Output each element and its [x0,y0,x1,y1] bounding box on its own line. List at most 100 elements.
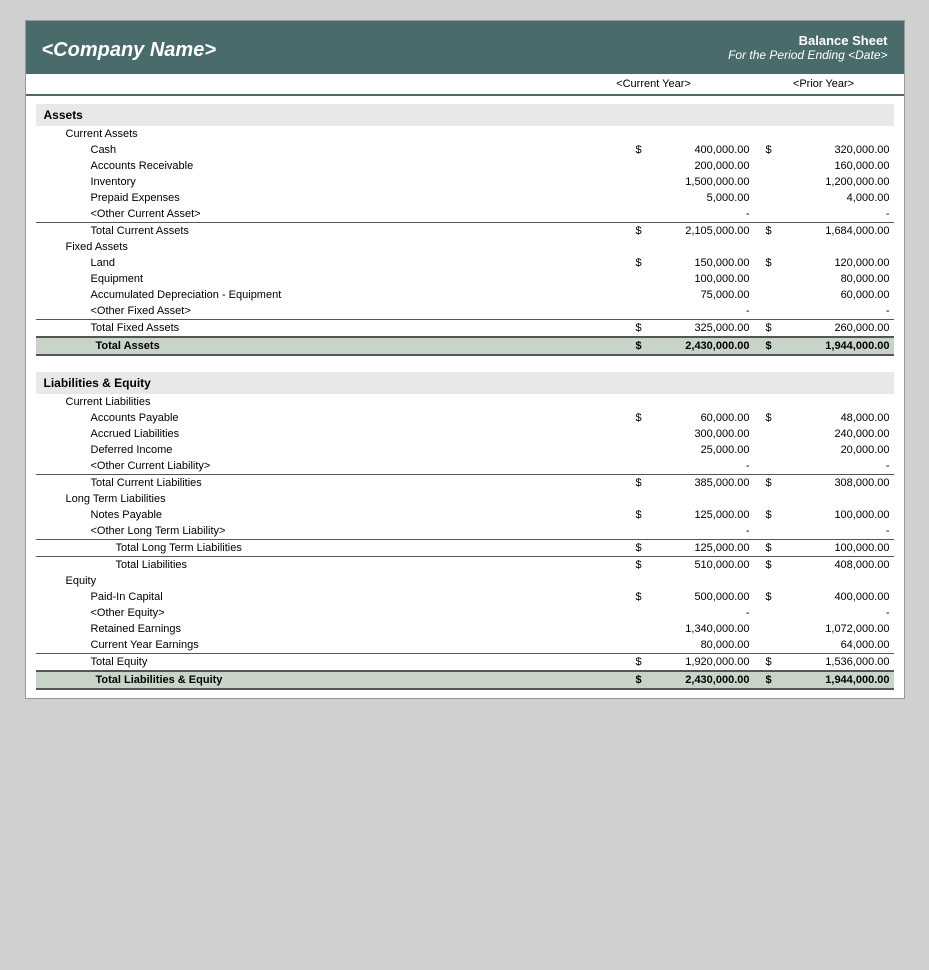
total-fixed-assets-prior: 260,000.00 [784,322,894,334]
cash-prior: 320,000.00 [784,144,894,156]
total-lt-liabilities-row: Total Long Term Liabilities $ 125,000.00… [36,539,894,556]
other-fixed-asset-row: <Other Fixed Asset> - - [36,303,894,319]
other-equity-current: - [648,607,758,619]
total-liabilities-equity-row: Total Liabilities & Equity $ 2,430,000.0… [36,670,894,690]
other-lt-liability-prior: - [784,525,894,537]
retained-earnings-label: Retained Earnings [91,623,594,635]
deferred-income-row: Deferred Income 25,000.00 20,000.00 [36,442,894,458]
report-subtitle: For the Period Ending <Date> [728,48,887,62]
paid-in-capital-prior: 400,000.00 [784,591,894,603]
total-lt-liabilities-prior: 100,000.00 [784,542,894,554]
paid-in-capital-current: 500,000.00 [648,591,758,603]
accrued-current: 300,000.00 [648,428,758,440]
total-fixed-assets-label: Total Fixed Assets [91,322,594,334]
ar-amounts: 200,000.00 160,000.00 [594,160,894,172]
other-lt-liability-row: <Other Long Term Liability> - - [36,523,894,539]
cash-current: 400,000.00 [648,144,758,156]
accum-dep-current: 75,000.00 [648,289,758,301]
paid-in-capital-row: Paid-In Capital $ 500,000.00 $ 400,000.0… [36,589,894,605]
current-year-earnings-current: 80,000.00 [648,639,758,651]
other-equity-label: <Other Equity> [91,607,594,619]
other-equity-amounts: - - [594,607,894,619]
prepaid-current: 5,000.00 [648,192,758,204]
other-current-liability-amounts: - - [594,460,894,472]
other-lt-liability-current: - [648,525,758,537]
fixed-assets-label-row: Fixed Assets [36,239,894,255]
report-title: Balance Sheet [728,33,887,48]
accum-dep-amounts: 75,000.00 60,000.00 [594,289,894,301]
total-equity-row: Total Equity $ 1,920,000.00 $ 1,536,000.… [36,653,894,670]
other-lt-liability-amounts: - - [594,525,894,537]
header-right: Balance Sheet For the Period Ending <Dat… [728,33,887,62]
current-year-earnings-prior: 64,000.00 [784,639,894,651]
other-current-liability-row: <Other Current Liability> - - [36,458,894,474]
other-fixed-asset-label: <Other Fixed Asset> [91,305,594,317]
total-current-liabilities-row: Total Current Liabilities $ 385,000.00 $… [36,474,894,491]
liabilities-equity-section-header: Liabilities & Equity [36,372,894,394]
other-current-asset-row: <Other Current Asset> - - [36,206,894,222]
company-name: <Company Name> [42,39,217,62]
prepaid-prior: 4,000.00 [784,192,894,204]
total-liabilities-equity-current: 2,430,000.00 [648,674,758,686]
balance-sheet-page: <Company Name> Balance Sheet For the Per… [25,20,905,699]
total-current-assets-row: Total Current Assets $ 2,105,000.00 $ 1,… [36,222,894,239]
other-current-liability-prior: - [784,460,894,472]
total-lt-liabilities-amounts: $ 125,000.00 $ 100,000.00 [594,542,894,554]
total-assets-prior: 1,944,000.00 [784,340,894,352]
land-label: Land [91,257,594,269]
paid-in-capital-amounts: $ 500,000.00 $ 400,000.00 [594,591,894,603]
other-fixed-asset-current: - [648,305,758,317]
ap-amounts: $ 60,000.00 $ 48,000.00 [594,412,894,424]
current-year-earnings-amounts: 80,000.00 64,000.00 [594,639,894,651]
deferred-income-current: 25,000.00 [648,444,758,456]
ap-row: Accounts Payable $ 60,000.00 $ 48,000.00 [36,410,894,426]
total-fixed-assets-amounts: $ 325,000.00 $ 260,000.00 [594,322,894,334]
prepaid-row: Prepaid Expenses 5,000.00 4,000.00 [36,190,894,206]
equity-label: Equity [66,575,894,587]
land-current: 150,000.00 [648,257,758,269]
total-lt-liabilities-label: Total Long Term Liabilities [116,542,594,554]
total-lt-liabilities-current: 125,000.00 [648,542,758,554]
cash-dollar-prior: $ [766,144,784,156]
inventory-prior: 1,200,000.00 [784,176,894,188]
ar-current: 200,000.00 [648,160,758,172]
land-amounts: $ 150,000.00 $ 120,000.00 [594,257,894,269]
page-header: <Company Name> Balance Sheet For the Per… [26,21,904,74]
total-assets-row: Total Assets $ 2,430,000.00 $ 1,944,000.… [36,336,894,356]
total-current-assets-label: Total Current Assets [91,225,594,237]
lt-liabilities-label-row: Long Term Liabilities [36,491,894,507]
accrued-row: Accrued Liabilities 300,000.00 240,000.0… [36,426,894,442]
prior-year-header: <Prior Year> [744,78,904,90]
ap-current: 60,000.00 [648,412,758,424]
other-fixed-asset-prior: - [784,305,894,317]
accrued-prior: 240,000.00 [784,428,894,440]
deferred-income-amounts: 25,000.00 20,000.00 [594,444,894,456]
total-liabilities-amounts: $ 510,000.00 $ 408,000.00 [594,559,894,571]
ar-row: Accounts Receivable 200,000.00 160,000.0… [36,158,894,174]
current-liabilities-label: Current Liabilities [66,396,894,408]
total-assets-label: Total Assets [66,340,594,352]
report-content: Assets Current Assets Cash $ 400,000.00 … [26,104,904,698]
cash-row: Cash $ 400,000.00 $ 320,000.00 [36,142,894,158]
notes-payable-row: Notes Payable $ 125,000.00 $ 100,000.00 [36,507,894,523]
total-fixed-assets-current: 325,000.00 [648,322,758,334]
accum-dep-prior: 60,000.00 [784,289,894,301]
assets-section-header: Assets [36,104,894,126]
equity-label-row: Equity [36,573,894,589]
other-current-liability-current: - [648,460,758,472]
accum-dep-row: Accumulated Depreciation - Equipment 75,… [36,287,894,303]
inventory-row: Inventory 1,500,000.00 1,200,000.00 [36,174,894,190]
equipment-label: Equipment [91,273,594,285]
accum-dep-label: Accumulated Depreciation - Equipment [91,289,594,301]
other-current-asset-amounts: - - [594,208,894,220]
equipment-row: Equipment 100,000.00 80,000.00 [36,271,894,287]
land-row: Land $ 150,000.00 $ 120,000.00 [36,255,894,271]
current-year-earnings-row: Current Year Earnings 80,000.00 64,000.0… [36,637,894,653]
total-liabilities-equity-amounts: $ 2,430,000.00 $ 1,944,000.00 [594,674,894,686]
prepaid-amounts: 5,000.00 4,000.00 [594,192,894,204]
ap-prior: 48,000.00 [784,412,894,424]
total-equity-prior: 1,536,000.00 [784,656,894,668]
total-liabilities-row: Total Liabilities $ 510,000.00 $ 408,000… [36,556,894,573]
paid-in-capital-label: Paid-In Capital [91,591,594,603]
deferred-income-label: Deferred Income [91,444,594,456]
